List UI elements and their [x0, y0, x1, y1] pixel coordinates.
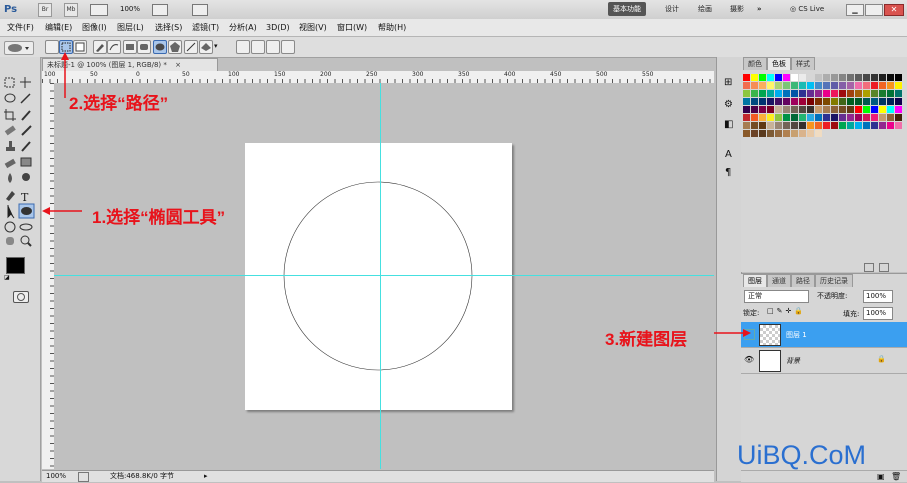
annotation-arrows: [42, 52, 751, 337]
annotation-step-3: 3.新建图层: [605, 330, 688, 349]
annotation-step-2: 2.选择“路径”: [69, 94, 169, 113]
watermark: UiBQ.CoM: [737, 440, 867, 470]
annotation-step-1: 1.选择“椭圆工具”: [92, 208, 226, 227]
